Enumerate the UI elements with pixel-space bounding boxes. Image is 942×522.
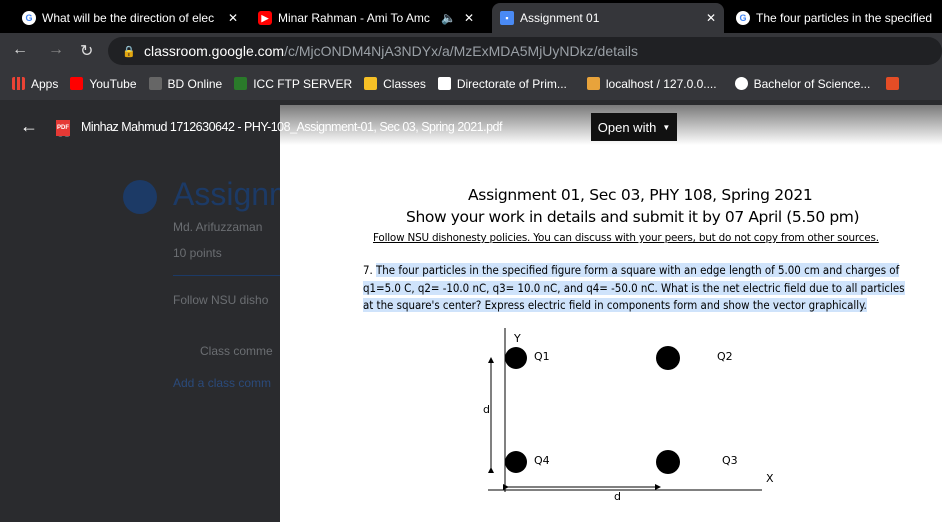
q2-label: Q2	[717, 350, 733, 363]
x-label: X	[766, 472, 774, 485]
charge-q1	[505, 347, 527, 369]
q1-label: Q1	[534, 350, 550, 363]
y-label: Y	[513, 332, 521, 345]
charge-q2	[656, 346, 680, 370]
charge-q4	[505, 451, 527, 473]
d-label-horizontal: d	[614, 490, 621, 503]
charge-q3	[656, 450, 680, 474]
q3-label: Q3	[722, 454, 738, 467]
q4-label: Q4	[534, 454, 550, 467]
d-label-vertical: d	[483, 403, 490, 416]
charge-figure: Y X Q1 Q2 Q4 Q3 d d	[483, 328, 774, 503]
